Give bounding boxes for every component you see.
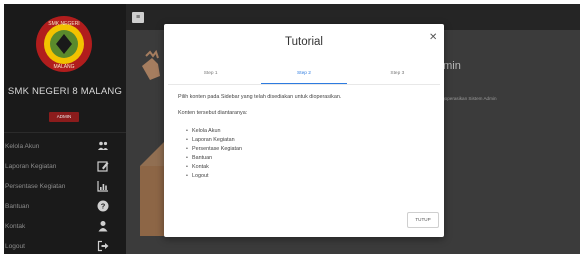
hamburger-icon: ≡ — [135, 14, 141, 21]
bar-chart-icon — [96, 179, 110, 193]
question-icon: ? — [96, 199, 110, 213]
content-list: Kelola Akun Laporan Kegiatan Persentase … — [186, 126, 242, 180]
edit-icon — [96, 159, 110, 173]
sidebar-item-label: Laporan Kegiatan — [5, 162, 57, 170]
list-item: Logout — [186, 171, 242, 180]
sidebar: SMK NEGERI MALANG SMK NEGERI 8 MALANG AD… — [4, 4, 126, 254]
sidebar-item-kontak[interactable]: Kontak — [4, 216, 126, 236]
list-item: Kelola Akun — [186, 126, 242, 135]
sidebar-item-label: Kelola Akun — [5, 142, 40, 150]
logout-icon — [96, 239, 110, 253]
sidebar-item-label: Bantuan — [5, 202, 30, 210]
list-item: Laporan Kegiatan — [186, 135, 242, 144]
role-badge: ADMIN — [49, 112, 79, 122]
logo-text-top: SMK NEGERI — [48, 21, 79, 27]
tutup-button[interactable]: TUTUP — [407, 212, 439, 228]
school-name: SMK NEGERI 8 MALANG — [7, 86, 123, 97]
stepper: Step 1 Step 2 Step 3 — [164, 68, 444, 84]
step-intro-text: Pilih konten pada Sidebar yang telah dis… — [178, 94, 342, 100]
sidebar-item-laporan-kegiatan[interactable]: Laporan Kegiatan — [4, 156, 126, 176]
sidebar-item-bantuan[interactable]: Bantuan ? — [4, 196, 126, 216]
main-page-subtitle: nggoperasikan Sistem Admin — [437, 96, 497, 101]
tutorial-modal: Tutorial ✕ Step 1 Step 2 Step 3 Pilih ko… — [164, 24, 444, 237]
user-icon — [96, 219, 110, 233]
sidebar-item-logout[interactable]: Logout — [4, 236, 126, 254]
sidebar-item-label: Logout — [5, 242, 25, 250]
stepper-divider — [168, 84, 440, 85]
step-2-tab[interactable]: Step 2 — [257, 68, 350, 84]
step-1-tab[interactable]: Step 1 — [164, 68, 257, 82]
school-logo: SMK NEGERI MALANG — [36, 16, 92, 72]
menu-toggle-button[interactable]: ≡ — [132, 12, 144, 23]
users-icon — [96, 139, 110, 153]
sidebar-item-kelola-akun[interactable]: Kelola Akun — [4, 136, 126, 156]
sidebar-item-label: Kontak — [5, 222, 26, 230]
sidebar-nav: Kelola Akun Laporan Kegiatan Persentase … — [4, 136, 126, 254]
step-3-tab[interactable]: Step 3 — [351, 68, 444, 82]
content-list-heading: Konten tersebut diantaranya: — [178, 110, 248, 116]
list-item: Persentase Kegiatan — [186, 144, 242, 153]
sidebar-divider — [4, 132, 126, 133]
sidebar-item-persentase-kegiatan[interactable]: Persentase Kegiatan — [4, 176, 126, 196]
list-item: Bantuan — [186, 153, 242, 162]
sidebar-item-label: Persentase Kegiatan — [5, 182, 66, 190]
logo-text-bottom: MALANG — [53, 64, 74, 70]
list-item: Kontak — [186, 162, 242, 171]
close-icon[interactable]: ✕ — [429, 32, 437, 43]
modal-title: Tutorial — [285, 36, 323, 48]
svg-text:?: ? — [101, 202, 106, 211]
